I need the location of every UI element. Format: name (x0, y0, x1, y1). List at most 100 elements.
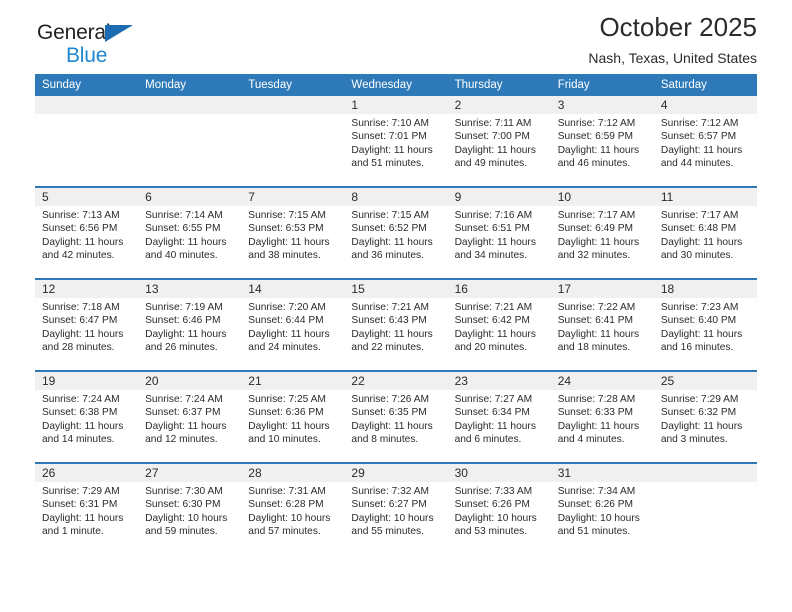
calendar-day-cell[interactable]: 29 Sunrise: 7:32 AM Sunset: 6:27 PM Dayligh… (344, 462, 448, 554)
sunset-text: Sunset: 6:49 PM (557, 223, 634, 235)
calendar-day-cell[interactable]: 12 Sunrise: 7:18 AM Sunset: 6:47 PM Dayligh… (35, 278, 139, 371)
day-cell-details: Sunrise: 7:28 AM Sunset: 6:33 PM Daylight:… (551, 390, 654, 447)
day-cell-inner: 2 Sunrise: 7:11 AM Sunset: 7:00 PM Daylight… (447, 96, 551, 186)
day-number: 20 (138, 372, 242, 390)
sunset-text: Sunset: 7:01 PM (351, 131, 427, 143)
sunrise-text: Sunrise: 7:26 AM (351, 394, 430, 405)
daylight-text-line2: and 51 minutes. (557, 526, 631, 538)
day-cell-details: Sunrise: 7:29 AM Sunset: 6:32 PM Daylight:… (654, 390, 757, 447)
calendar-day-cell[interactable]: 8 Sunrise: 7:15 AM Sunset: 6:52 PM Daylight… (344, 186, 448, 279)
calendar-day-cell[interactable]: 15 Sunrise: 7:21 AM Sunset: 6:43 PM Dayligh… (344, 278, 448, 371)
calendar-day-cell[interactable]: 4 Sunrise: 7:12 AM Sunset: 6:57 PM Daylight… (653, 96, 757, 187)
day-cell-details: Sunrise: 7:13 AM Sunset: 6:56 PM Daylight:… (35, 206, 138, 263)
day-cell-inner: 20 Sunrise: 7:24 AM Sunset: 6:37 PM Dayligh… (138, 372, 242, 462)
calendar-page: General Blue October 2025 Nash, Texas, U… (0, 0, 792, 612)
day-cell-inner: 22 Sunrise: 7:26 AM Sunset: 6:35 PM Dayligh… (344, 372, 448, 462)
day-cell-inner: 11 Sunrise: 7:17 AM Sunset: 6:48 PM Dayligh… (653, 188, 757, 278)
day-cell-details: Sunrise: 7:20 AM Sunset: 6:44 PM Daylight:… (241, 298, 344, 355)
calendar-day-cell[interactable]: 26 Sunrise: 7:29 AM Sunset: 6:31 PM Dayligh… (35, 462, 139, 554)
page-title: October 2025 (599, 12, 757, 42)
day-number: 6 (138, 188, 242, 206)
sunrise-text: Sunrise: 7:24 AM (42, 394, 120, 405)
calendar-header-row: Sunday Monday Tuesday Wednesday Thursday… (35, 74, 757, 96)
daylight-text-line2: and 26 minutes. (145, 342, 218, 354)
calendar-day-cell[interactable]: 1 Sunrise: 7:10 AM Sunset: 7:01 PM Daylight… (344, 96, 448, 187)
sunset-text: Sunset: 6:26 PM (454, 499, 530, 511)
day-cell-details: Sunrise: 7:19 AM Sunset: 6:46 PM Daylight:… (138, 298, 241, 355)
day-number: 11 (653, 188, 757, 206)
daylight-text-line1: Daylight: 11 hours (351, 328, 433, 340)
sunrise-text: Sunrise: 7:12 AM (557, 118, 636, 129)
brand-logo[interactable]: General Blue (37, 22, 217, 70)
day-number: 22 (344, 372, 448, 390)
calendar-day-cell[interactable]: 21 Sunrise: 7:25 AM Sunset: 6:36 PM Dayligh… (241, 370, 345, 463)
daylight-text-line1: Daylight: 11 hours (145, 420, 227, 432)
calendar-day-cell[interactable]: 2 Sunrise: 7:11 AM Sunset: 7:00 PM Daylight… (447, 96, 551, 187)
daylight-text-line2: and 40 minutes. (145, 250, 218, 262)
sunset-text: Sunset: 6:40 PM (660, 315, 737, 327)
calendar-day-cell[interactable]: 10 Sunrise: 7:17 AM Sunset: 6:49 PM Dayligh… (550, 186, 654, 279)
calendar-day-cell[interactable]: 22 Sunrise: 7:26 AM Sunset: 6:35 PM Dayligh… (344, 370, 448, 463)
daylight-text-line2: and 49 minutes. (454, 158, 528, 170)
calendar-day-cell[interactable]: 27 Sunrise: 7:30 AM Sunset: 6:30 PM Dayligh… (138, 462, 242, 554)
calendar-day-cell[interactable]: 13 Sunrise: 7:19 AM Sunset: 6:46 PM Dayligh… (138, 278, 242, 371)
daylight-text-line2: and 53 minutes. (454, 526, 528, 538)
calendar-day-cell[interactable]: 28 Sunrise: 7:31 AM Sunset: 6:28 PM Dayligh… (241, 462, 345, 554)
calendar-day-cell[interactable]: 18 Sunrise: 7:23 AM Sunset: 6:40 PM Dayligh… (653, 278, 757, 371)
daylight-text-line1: Daylight: 11 hours (351, 144, 433, 156)
calendar-day-cell-empty (35, 96, 139, 187)
calendar-day-cell[interactable]: 5 Sunrise: 7:13 AM Sunset: 6:56 PM Daylight… (35, 186, 139, 279)
sunrise-text: Sunrise: 7:33 AM (454, 486, 533, 497)
sunset-text: Sunset: 6:38 PM (42, 407, 118, 419)
calendar-day-cell[interactable]: 11 Sunrise: 7:17 AM Sunset: 6:48 PM Dayligh… (653, 186, 757, 279)
calendar-day-cell[interactable]: 24 Sunrise: 7:28 AM Sunset: 6:33 PM Dayligh… (550, 370, 654, 463)
sunset-text: Sunset: 6:53 PM (248, 223, 324, 235)
day-cell-inner: 16 Sunrise: 7:21 AM Sunset: 6:42 PM Dayligh… (447, 280, 551, 370)
day-number: 28 (241, 464, 345, 482)
day-cell-details: Sunrise: 7:16 AM Sunset: 6:51 PM Daylight:… (448, 206, 551, 263)
day-number: 12 (35, 280, 139, 298)
sunset-text: Sunset: 6:28 PM (248, 499, 324, 511)
day-cell-details: Sunrise: 7:17 AM Sunset: 6:49 PM Daylight:… (551, 206, 654, 263)
daylight-text-line2: and 55 minutes. (351, 526, 424, 538)
day-cell-inner: 6 Sunrise: 7:14 AM Sunset: 6:55 PM Daylight… (138, 188, 242, 278)
daylight-text-line1: Daylight: 10 hours (351, 512, 434, 524)
calendar-day-cell[interactable]: 20 Sunrise: 7:24 AM Sunset: 6:37 PM Dayligh… (138, 370, 242, 463)
calendar-day-cell[interactable]: 30 Sunrise: 7:33 AM Sunset: 6:26 PM Dayligh… (447, 462, 551, 554)
day-cell-inner: 23 Sunrise: 7:27 AM Sunset: 6:34 PM Dayligh… (447, 372, 551, 462)
day-number: 16 (447, 280, 551, 298)
sunrise-text: Sunrise: 7:16 AM (454, 210, 533, 221)
calendar-body: 1 Sunrise: 7:10 AM Sunset: 7:01 PM Daylight… (35, 96, 757, 554)
day-cell-inner: 30 Sunrise: 7:33 AM Sunset: 6:26 PM Dayligh… (447, 464, 551, 554)
calendar-week-row: 26 Sunrise: 7:29 AM Sunset: 6:31 PM Dayligh… (35, 462, 757, 554)
day-number: 21 (241, 372, 345, 390)
calendar-day-cell[interactable]: 17 Sunrise: 7:22 AM Sunset: 6:41 PM Dayligh… (550, 278, 654, 371)
daylight-text-line1: Daylight: 10 hours (454, 512, 537, 524)
day-cell-inner: 9 Sunrise: 7:16 AM Sunset: 6:51 PM Daylight… (447, 188, 551, 278)
calendar-day-cell[interactable]: 9 Sunrise: 7:16 AM Sunset: 6:51 PM Daylight… (447, 186, 551, 279)
calendar-day-cell[interactable]: 25 Sunrise: 7:29 AM Sunset: 6:32 PM Dayligh… (653, 370, 757, 463)
calendar-day-cell[interactable]: 31 Sunrise: 7:34 AM Sunset: 6:26 PM Dayligh… (550, 462, 654, 554)
day-number: 15 (344, 280, 448, 298)
calendar-day-cell[interactable]: 3 Sunrise: 7:12 AM Sunset: 6:59 PM Daylight… (550, 96, 654, 187)
calendar-day-cell[interactable]: 19 Sunrise: 7:24 AM Sunset: 6:38 PM Dayligh… (35, 370, 139, 463)
day-cell-inner: 14 Sunrise: 7:20 AM Sunset: 6:44 PM Dayligh… (241, 280, 345, 370)
daylight-text-line1: Daylight: 10 hours (248, 512, 331, 524)
calendar-day-cell[interactable]: 14 Sunrise: 7:20 AM Sunset: 6:44 PM Dayligh… (241, 278, 345, 371)
weekday-header-friday: Friday (550, 74, 654, 96)
calendar-day-cell[interactable]: 6 Sunrise: 7:14 AM Sunset: 6:55 PM Daylight… (138, 186, 242, 279)
calendar-day-cell[interactable]: 7 Sunrise: 7:15 AM Sunset: 6:53 PM Daylight… (241, 186, 345, 279)
calendar-day-cell[interactable]: 16 Sunrise: 7:21 AM Sunset: 6:42 PM Dayligh… (447, 278, 551, 371)
daylight-text-line1: Daylight: 11 hours (557, 420, 640, 432)
sunrise-text: Sunrise: 7:23 AM (660, 302, 739, 313)
calendar-day-cell[interactable]: 23 Sunrise: 7:27 AM Sunset: 6:34 PM Dayligh… (447, 370, 551, 463)
daylight-text-line2: and 22 minutes. (351, 342, 424, 354)
day-cell-details: Sunrise: 7:22 AM Sunset: 6:41 PM Daylight:… (551, 298, 654, 355)
daylight-text-line1: Daylight: 11 hours (42, 328, 124, 340)
sunrise-text: Sunrise: 7:17 AM (660, 210, 739, 221)
day-cell-inner: 24 Sunrise: 7:28 AM Sunset: 6:33 PM Dayligh… (550, 372, 654, 462)
day-cell-details: Sunrise: 7:31 AM Sunset: 6:28 PM Daylight:… (241, 482, 344, 539)
sunrise-text: Sunrise: 7:12 AM (660, 118, 739, 129)
daylight-text-line2: and 10 minutes. (248, 434, 321, 446)
sunrise-text: Sunrise: 7:31 AM (248, 486, 326, 497)
